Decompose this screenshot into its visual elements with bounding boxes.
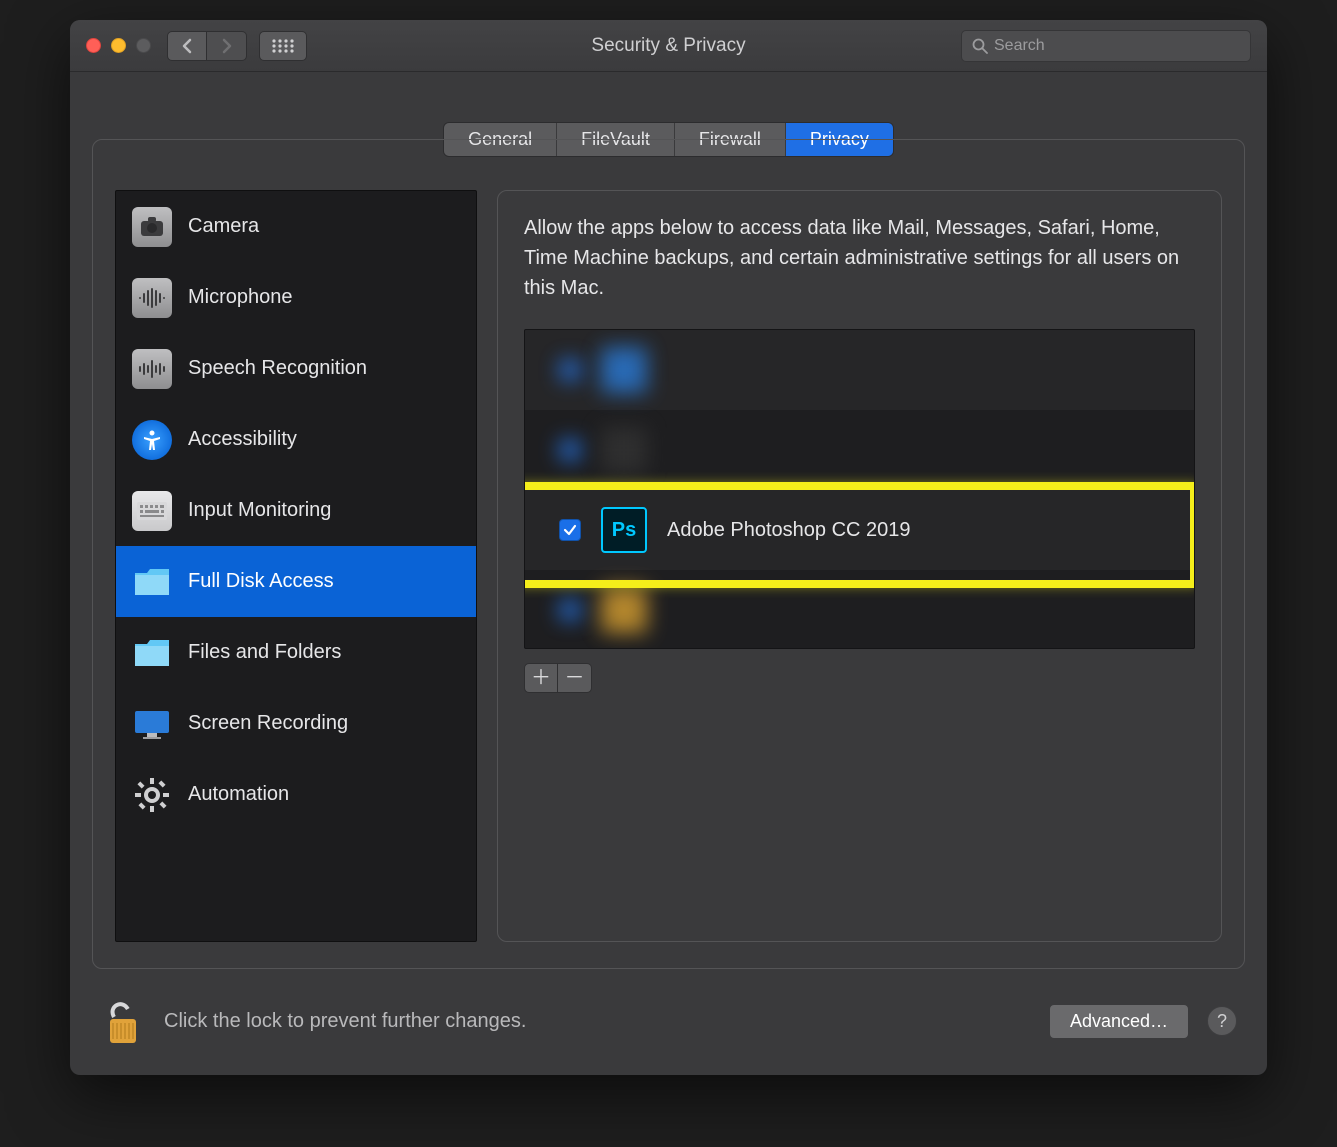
remove-app-button[interactable]: －	[558, 663, 592, 693]
display-icon	[132, 704, 172, 744]
maximize-button[interactable]	[136, 38, 151, 53]
category-microphone[interactable]: Microphone	[116, 262, 476, 333]
privacy-category-list[interactable]: Camera Microphone Speech Recognition	[115, 190, 477, 942]
preferences-window: Security & Privacy General FileVault Fir…	[70, 20, 1267, 1075]
category-label: Automation	[188, 783, 289, 806]
detail-description: Allow the apps below to access data like…	[524, 213, 1195, 303]
titlebar: Security & Privacy	[70, 20, 1267, 72]
lock-button[interactable]	[100, 995, 146, 1047]
keyboard-icon	[132, 491, 172, 531]
advanced-button[interactable]: Advanced…	[1049, 1004, 1189, 1039]
category-camera[interactable]: Camera	[116, 191, 476, 262]
app-name: Adobe Photoshop CC 2019	[667, 519, 911, 542]
help-button[interactable]: ?	[1207, 1006, 1237, 1036]
app-row[interactable]: ✓	[525, 410, 1194, 490]
accessibility-icon	[132, 420, 172, 460]
nav-forward-button[interactable]	[207, 31, 247, 61]
waveform-icon	[132, 349, 172, 389]
app-icon	[601, 347, 647, 393]
category-label: Accessibility	[188, 428, 297, 451]
app-row-photoshop[interactable]: Ps Adobe Photoshop CC 2019	[525, 490, 1194, 570]
category-speech-recognition[interactable]: Speech Recognition	[116, 333, 476, 404]
category-label: Camera	[188, 215, 259, 238]
category-input-monitoring[interactable]: Input Monitoring	[116, 475, 476, 546]
category-label: Input Monitoring	[188, 499, 331, 522]
app-row[interactable]: ✓	[525, 330, 1194, 410]
checkmark-icon	[563, 523, 577, 537]
chevron-left-icon	[181, 38, 193, 54]
minimize-button[interactable]	[111, 38, 126, 53]
app-list[interactable]: ✓ ✓ Ps Adobe Photoshop CC 2	[524, 329, 1195, 649]
microphone-icon	[132, 278, 172, 318]
category-label: Speech Recognition	[188, 357, 367, 380]
category-full-disk-access[interactable]: Full Disk Access	[116, 546, 476, 617]
add-app-button[interactable]: ＋	[524, 663, 558, 693]
category-accessibility[interactable]: Accessibility	[116, 404, 476, 475]
nav-buttons	[167, 31, 247, 61]
search-input[interactable]	[994, 37, 1240, 55]
grid-icon	[272, 39, 294, 53]
close-button[interactable]	[86, 38, 101, 53]
camera-icon	[132, 207, 172, 247]
traffic-lights	[86, 38, 151, 53]
photoshop-icon: Ps	[601, 507, 647, 553]
footer: Click the lock to prevent further change…	[70, 995, 1267, 1075]
content-panel: Camera Microphone Speech Recognition	[92, 139, 1245, 969]
nav-back-button[interactable]	[167, 31, 207, 61]
app-checkbox[interactable]: ✓	[559, 439, 581, 461]
gear-icon	[132, 775, 172, 815]
search-icon	[972, 38, 988, 54]
detail-pane: Allow the apps below to access data like…	[497, 190, 1222, 942]
category-label: Microphone	[188, 286, 293, 309]
app-checkbox[interactable]	[559, 519, 581, 541]
search-field[interactable]	[961, 30, 1251, 62]
category-files-and-folders[interactable]: Files and Folders	[116, 617, 476, 688]
app-checkbox[interactable]: ✓	[559, 599, 581, 621]
app-icon	[601, 587, 647, 633]
category-label: Full Disk Access	[188, 570, 334, 593]
window-body: General FileVault Firewall Privacy Camer…	[70, 72, 1267, 1075]
unlocked-lock-icon	[100, 995, 146, 1047]
category-screen-recording[interactable]: Screen Recording	[116, 688, 476, 759]
category-label: Files and Folders	[188, 641, 341, 664]
app-icon	[601, 427, 647, 473]
folder-icon	[132, 633, 172, 673]
folder-icon	[132, 562, 172, 602]
category-automation[interactable]: Automation	[116, 759, 476, 830]
app-checkbox[interactable]: ✓	[559, 359, 581, 381]
chevron-right-icon	[221, 38, 233, 54]
show-all-button[interactable]	[259, 31, 307, 61]
lock-help-text: Click the lock to prevent further change…	[164, 1010, 1031, 1033]
add-remove-buttons: ＋ －	[524, 663, 1195, 693]
app-row[interactable]: ✓	[525, 570, 1194, 649]
category-label: Screen Recording	[188, 712, 348, 735]
